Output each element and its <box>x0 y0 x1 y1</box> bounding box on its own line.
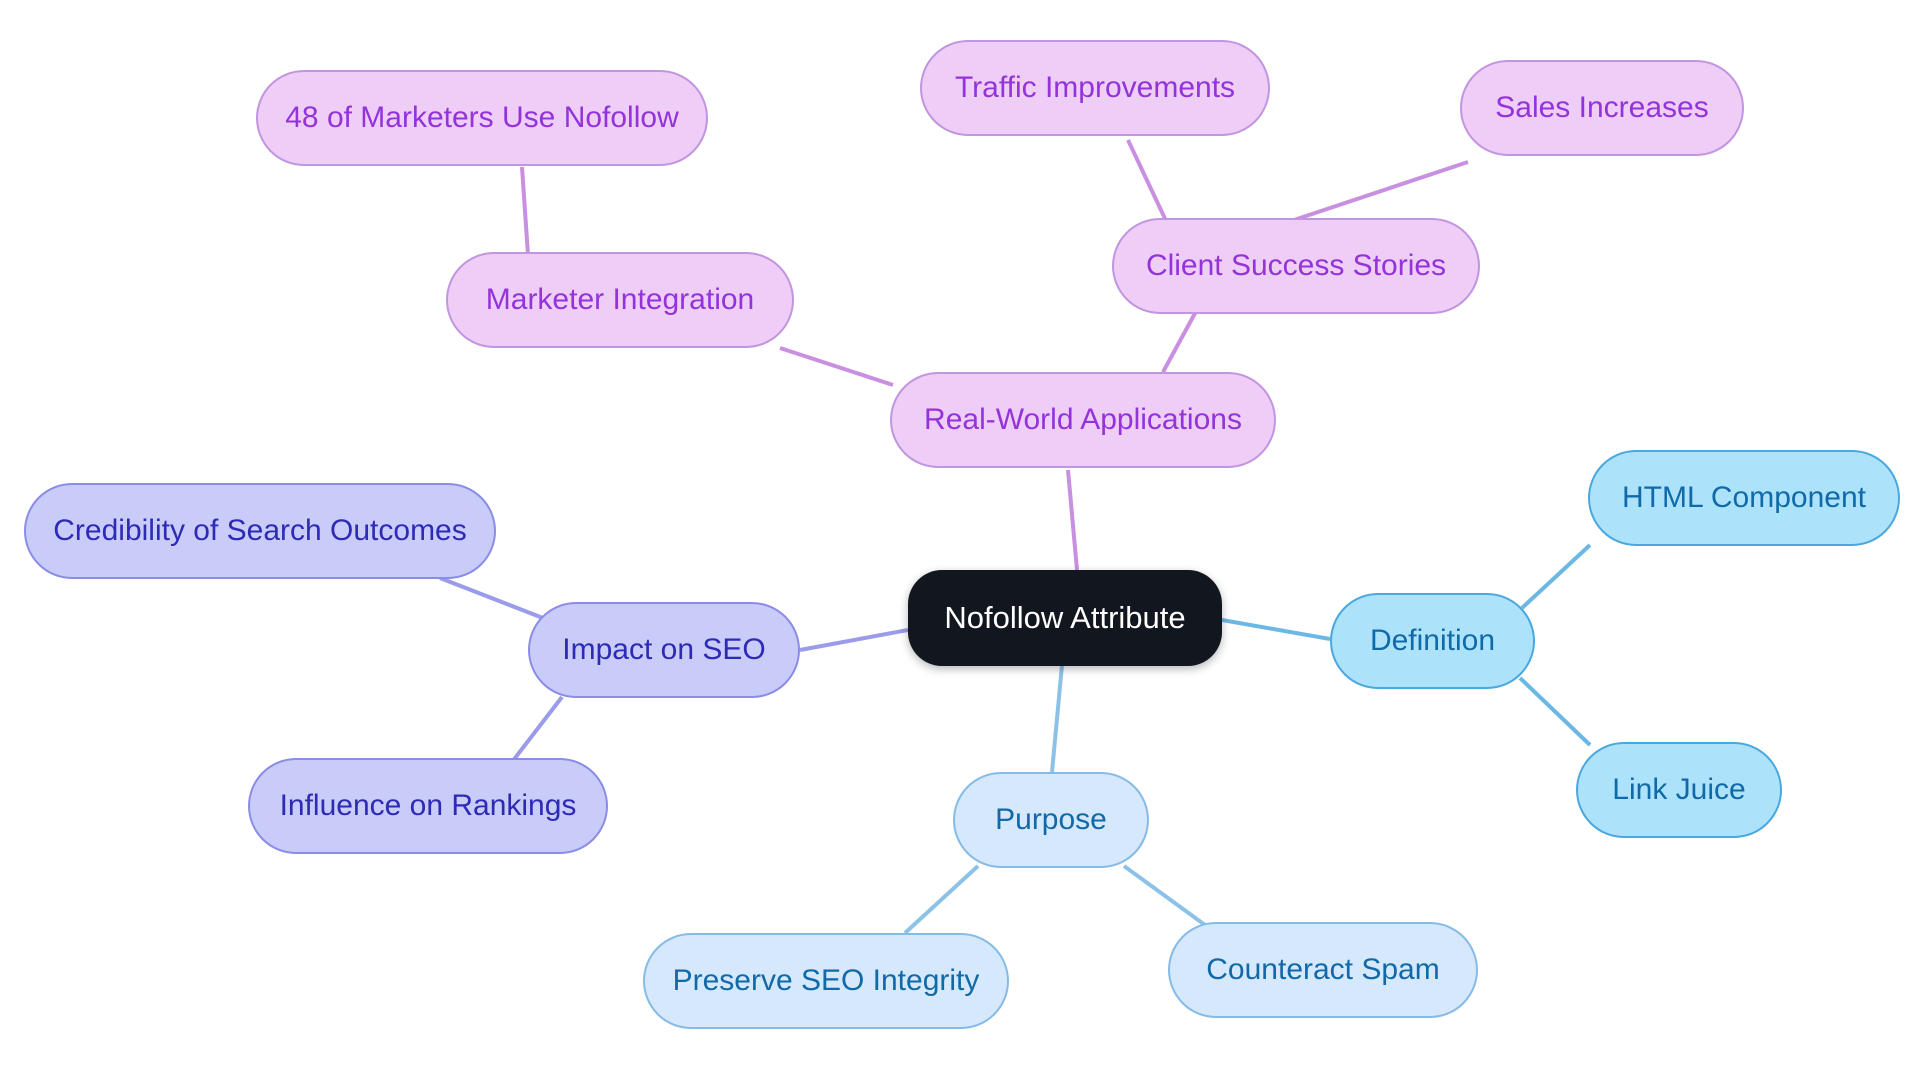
mindmap-node-sales-increases[interactable]: Sales Increases <box>1460 60 1744 156</box>
mindmap-node-impact-on-seo[interactable]: Impact on SEO <box>528 602 800 698</box>
edge-root-real-world-applications <box>1066 469 1079 571</box>
mindmap-node-marketer-integration[interactable]: Marketer Integration <box>446 252 794 348</box>
edge-definition-link-juice <box>1518 676 1592 747</box>
mindmap-node-client-success-stories[interactable]: Client Success Stories <box>1112 218 1480 314</box>
edge-root-definition <box>1221 618 1331 641</box>
mindmap-node-definition-label: Definition <box>1369 623 1496 657</box>
edge-marketer-integration-stat <box>520 166 530 256</box>
mindmap-root-node[interactable]: Nofollow Attribute <box>908 570 1222 666</box>
edge-root-impact-on-seo <box>799 628 909 652</box>
edge-impact-credibility <box>439 576 549 622</box>
mindmap-node-48-of-marketers-use-nofollow-label: 48 of Marketers Use Nofollow <box>285 100 679 134</box>
edge-impact-influence-on-rankings <box>510 695 564 764</box>
mindmap-node-48-of-marketers-use-nofollow[interactable]: 48 of Marketers Use Nofollow <box>256 70 708 166</box>
edge-css-traffic-improvements <box>1126 139 1170 226</box>
mindmap-node-counteract-spam[interactable]: Counteract Spam <box>1168 922 1478 1018</box>
mindmap-node-sales-increases-label: Sales Increases <box>1495 90 1709 124</box>
mindmap-node-marketer-integration-label: Marketer Integration <box>485 282 755 316</box>
mindmap-node-preserve-seo-integrity[interactable]: Preserve SEO Integrity <box>643 933 1009 1029</box>
mindmap-node-definition[interactable]: Definition <box>1330 593 1535 689</box>
mindmap-node-html-component[interactable]: HTML Component <box>1588 450 1900 546</box>
mindmap-node-real-world-applications-label: Real-World Applications <box>924 402 1242 436</box>
edge-purpose-preserve-seo-integrity <box>903 864 980 935</box>
mindmap-node-credibility-of-search-outcomes[interactable]: Credibility of Search Outcomes <box>24 483 496 579</box>
mindmap-node-traffic-improvements[interactable]: Traffic Improvements <box>920 40 1270 136</box>
mindmap-node-preserve-seo-integrity-label: Preserve SEO Integrity <box>672 963 980 997</box>
mindmap-node-purpose[interactable]: Purpose <box>953 772 1149 868</box>
mindmap-canvas: Nofollow Attribute Definition HTML Compo… <box>0 0 1920 1083</box>
mindmap-node-influence-on-rankings[interactable]: Influence on Rankings <box>248 758 608 854</box>
mindmap-node-purpose-label: Purpose <box>995 802 1107 836</box>
edge-css-sales-increases <box>1287 160 1469 224</box>
mindmap-node-link-juice[interactable]: Link Juice <box>1576 742 1782 838</box>
mindmap-node-credibility-of-search-outcomes-label: Credibility of Search Outcomes <box>53 513 467 547</box>
mindmap-node-influence-on-rankings-label: Influence on Rankings <box>279 788 577 822</box>
edge-definition-html-component <box>1520 543 1592 610</box>
mindmap-root-label: Nofollow Attribute <box>944 600 1186 636</box>
edge-purpose-counteract-spam <box>1122 864 1207 927</box>
mindmap-node-counteract-spam-label: Counteract Spam <box>1206 952 1440 986</box>
edge-rwa-marketer-integration <box>779 346 894 387</box>
mindmap-node-impact-on-seo-label: Impact on SEO <box>562 632 766 666</box>
mindmap-node-html-component-label: HTML Component <box>1622 480 1866 514</box>
mindmap-node-traffic-improvements-label: Traffic Improvements <box>954 70 1236 104</box>
mindmap-node-client-success-stories-label: Client Success Stories <box>1145 248 1447 282</box>
mindmap-node-link-juice-label: Link Juice <box>1612 772 1746 806</box>
mindmap-node-real-world-applications[interactable]: Real-World Applications <box>890 372 1276 468</box>
edge-root-purpose <box>1050 664 1064 773</box>
